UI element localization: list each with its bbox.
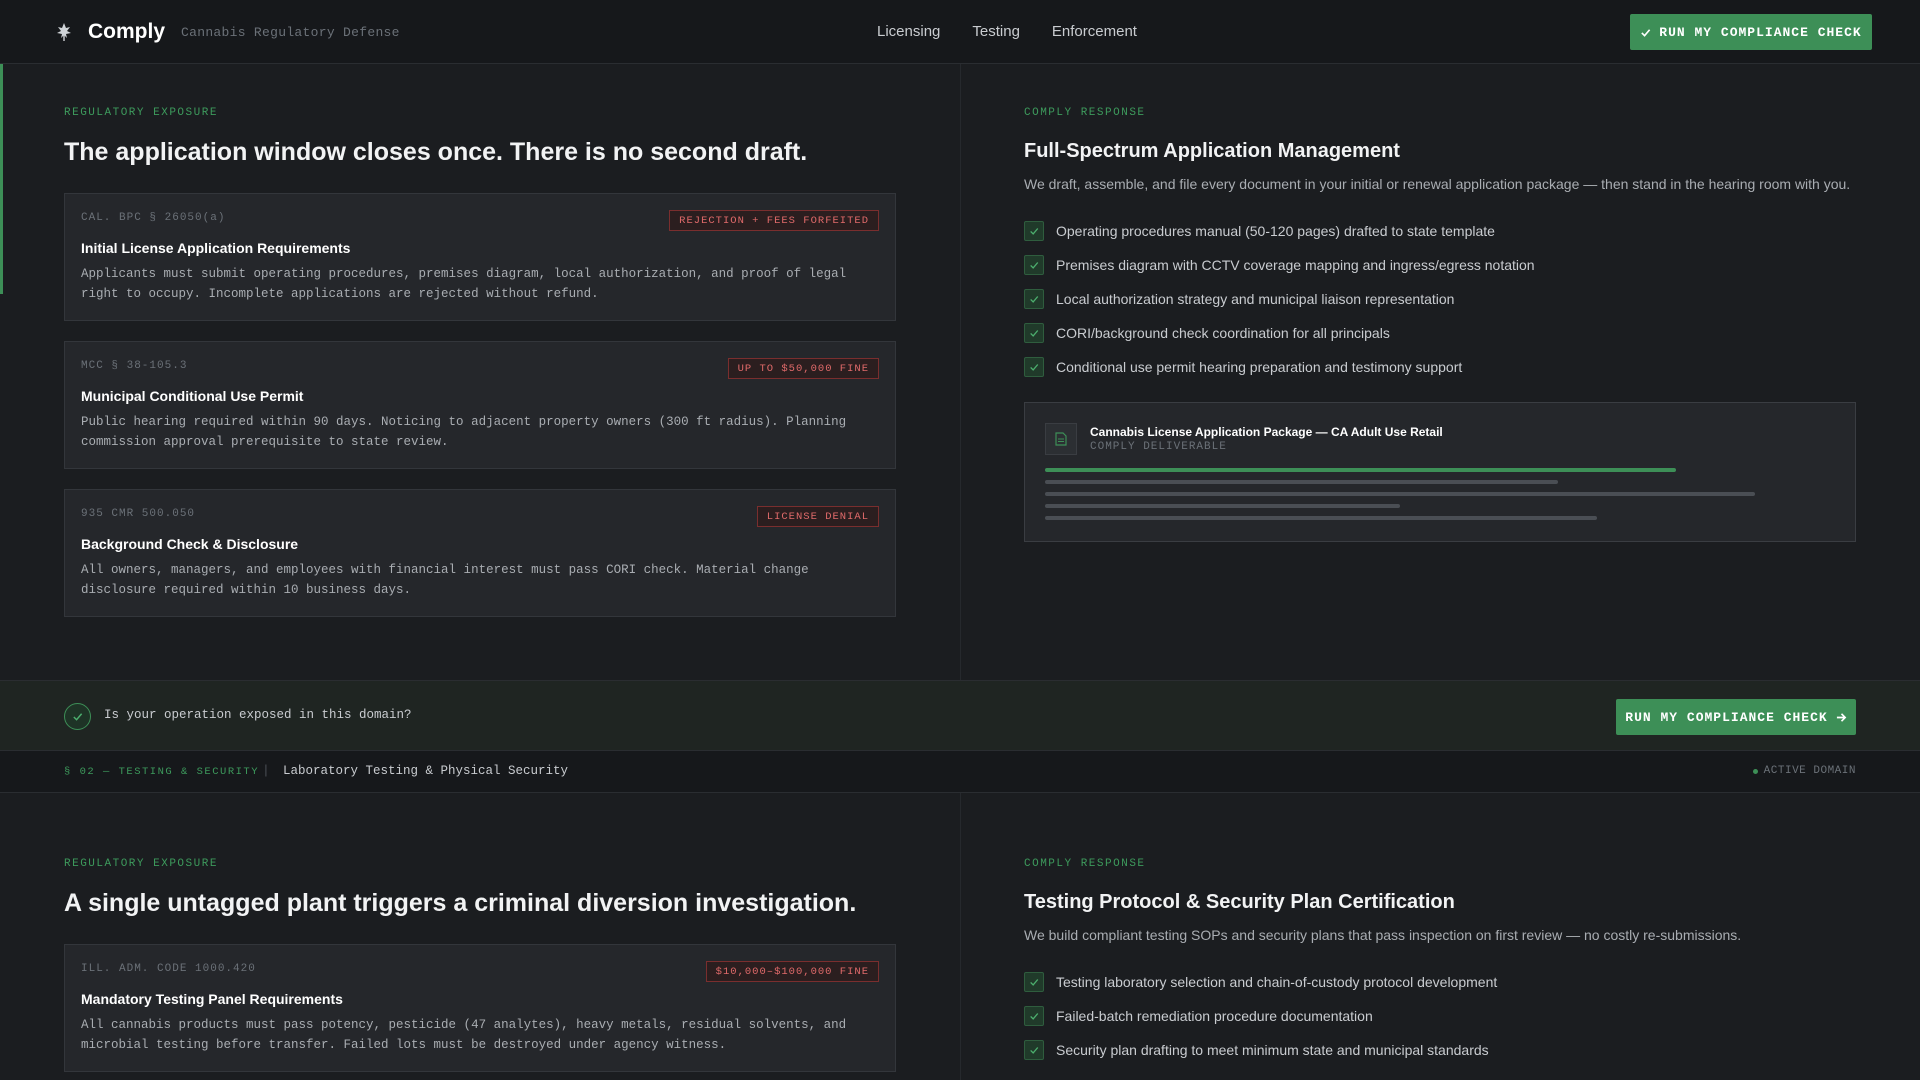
penalty-badge: LICENSE DENIAL [756,506,879,527]
exposure-headline: A single untagged plant triggers a crimi… [64,889,857,917]
checklist-item: Testing laboratory selection and chain-o… [1024,965,1497,999]
cta-strip: Is your operation exposed in this domain… [0,680,1920,751]
header-cta-label: RUN MY COMPLIANCE CHECK [1659,24,1862,40]
document-icon [1045,423,1077,455]
response-checklist: Testing laboratory selection and chain-o… [1024,965,1497,1067]
top-header: Comply Cannabis Regulatory Defense Licen… [0,0,1920,64]
checklist-text: Testing laboratory selection and chain-o… [1056,974,1498,990]
brand-name: Comply [88,20,166,43]
strip-compliance-check-button[interactable]: RUN MY COMPLIANCE CHECK [1616,699,1856,735]
card-body: Public hearing required within 90 days. … [81,415,847,449]
response-checklist: Operating procedures manual (50-120 page… [1024,214,1535,384]
check-icon [1024,1040,1044,1060]
nav-enforcement[interactable]: Enforcement [1052,23,1137,40]
card-code: MCC § 38-105.3 [81,360,188,372]
exposure-card: CAL. BPC § 26050(a) REJECTION + FEES FOR… [64,193,896,321]
card-code: ILL. ADM. CODE 1000.420 [81,963,256,975]
response-title: Full-Spectrum Application Management [1024,140,1400,162]
check-icon [1024,255,1044,275]
checklist-item: Failed-batch remediation procedure docum… [1024,999,1497,1033]
check-icon [1024,972,1044,992]
exposure-card: 935 CMR 500.050 LICENSE DENIAL Backgroun… [64,489,896,617]
strip-cta-label: RUN MY COMPLIANCE CHECK [1625,709,1828,725]
response-description: We build compliant testing SOPs and secu… [1024,927,1742,943]
arrow-right-icon [1836,712,1847,722]
card-code: CAL. BPC § 26050(a) [81,212,226,224]
exposure-headline: The application window closes once. Ther… [64,138,808,166]
checklist-text: Conditional use permit hearing preparati… [1056,359,1463,375]
column-divider [960,793,961,1080]
exposure-label: REGULATORY EXPOSURE [64,107,218,119]
card-title: Initial License Application Requirements [81,240,351,256]
nav-testing[interactable]: Testing [972,23,1020,40]
cannabis-leaf-icon [56,22,72,42]
checklist-text: Local authorization strategy and municip… [1056,291,1455,307]
card-title: Background Check & Disclosure [81,536,299,552]
response-label: COMPLY RESPONSE [1024,107,1146,119]
checklist-text: Failed-batch remediation procedure docum… [1056,1008,1373,1024]
domain-bar: § 02 — TESTING & SECURITY | Laboratory T… [0,751,1920,793]
penalty-badge: REJECTION + FEES FORFEITED [669,210,879,231]
penalty-badge: $10,000–$100,000 FINE [705,961,879,982]
brand-tagline: Cannabis Regulatory Defense [181,24,400,40]
nav-licensing[interactable]: Licensing [877,23,940,40]
checklist-item: Operating procedures manual (50-120 page… [1024,214,1535,248]
card-title: Municipal Conditional Use Permit [81,388,304,404]
deliverable-subtitle: COMPLY DELIVERABLE [1090,441,1227,453]
deliverable-title: Cannabis License Application Package — C… [1090,425,1443,439]
checklist-item: Security plan drafting to meet minimum s… [1024,1033,1497,1067]
checklist-text: Premises diagram with CCTV coverage mapp… [1056,257,1535,273]
checklist-text: Operating procedures manual (50-120 page… [1056,223,1495,239]
deliverable-preview[interactable]: Cannabis License Application Package — C… [1024,402,1856,542]
brand[interactable]: Comply Cannabis Regulatory Defense [56,20,400,44]
checklist-item: Local authorization strategy and municip… [1024,282,1535,316]
check-icon [1641,28,1651,37]
header-compliance-check-button[interactable]: RUN MY COMPLIANCE CHECK [1630,14,1872,50]
checklist-text: Security plan drafting to meet minimum s… [1056,1042,1489,1058]
checklist-text: CORI/background check coordination for a… [1056,325,1390,341]
exposure-card: ILL. ADM. CODE 1000.420 $10,000–$100,000… [64,944,896,1072]
check-icon [1024,289,1044,309]
penalty-badge: UP TO $50,000 FINE [727,358,879,379]
document-line-placeholder [1045,480,1558,484]
card-code: 935 CMR 500.050 [81,508,196,520]
response-description: We draft, assemble, and file every docum… [1024,176,1851,192]
document-line-placeholder [1045,504,1400,508]
check-icon [1024,1006,1044,1026]
card-body: Applicants must submit operating procedu… [81,267,847,301]
response-title: Testing Protocol & Security Plan Certifi… [1024,891,1455,913]
status-dot-icon [1752,768,1758,774]
check-icon [1024,323,1044,343]
domain-status-text: ACTIVE DOMAIN [1763,765,1856,777]
card-title: Mandatory Testing Panel Requirements [81,991,343,1007]
check-circle-icon [64,703,91,730]
exposure-card: MCC § 38-105.3 UP TO $50,000 FINE Munici… [64,341,896,469]
checklist-item: Premises diagram with CCTV coverage mapp… [1024,248,1535,282]
exposure-question: Is your operation exposed in this domain… [104,708,412,722]
domain-status: ACTIVE DOMAIN [1752,765,1856,777]
document-line-placeholder [1045,468,1676,472]
checklist-item: Conditional use permit hearing preparati… [1024,350,1535,384]
check-icon [1024,221,1044,241]
check-icon [1024,357,1044,377]
card-body: All owners, managers, and employees with… [81,563,809,597]
document-line-placeholder [1045,516,1597,520]
domain-code: § 02 — TESTING & SECURITY [64,766,260,778]
card-body: All cannabis products must pass potency,… [81,1018,847,1052]
document-line-placeholder [1045,492,1755,496]
response-label: COMPLY RESPONSE [1024,858,1146,870]
checklist-item: CORI/background check coordination for a… [1024,316,1535,350]
domain-separator: | [262,763,270,778]
column-divider [960,64,961,680]
exposure-label: REGULATORY EXPOSURE [64,858,218,870]
main-nav: Licensing Testing Enforcement [877,23,1137,40]
domain-name: Laboratory Testing & Physical Security [283,764,569,778]
